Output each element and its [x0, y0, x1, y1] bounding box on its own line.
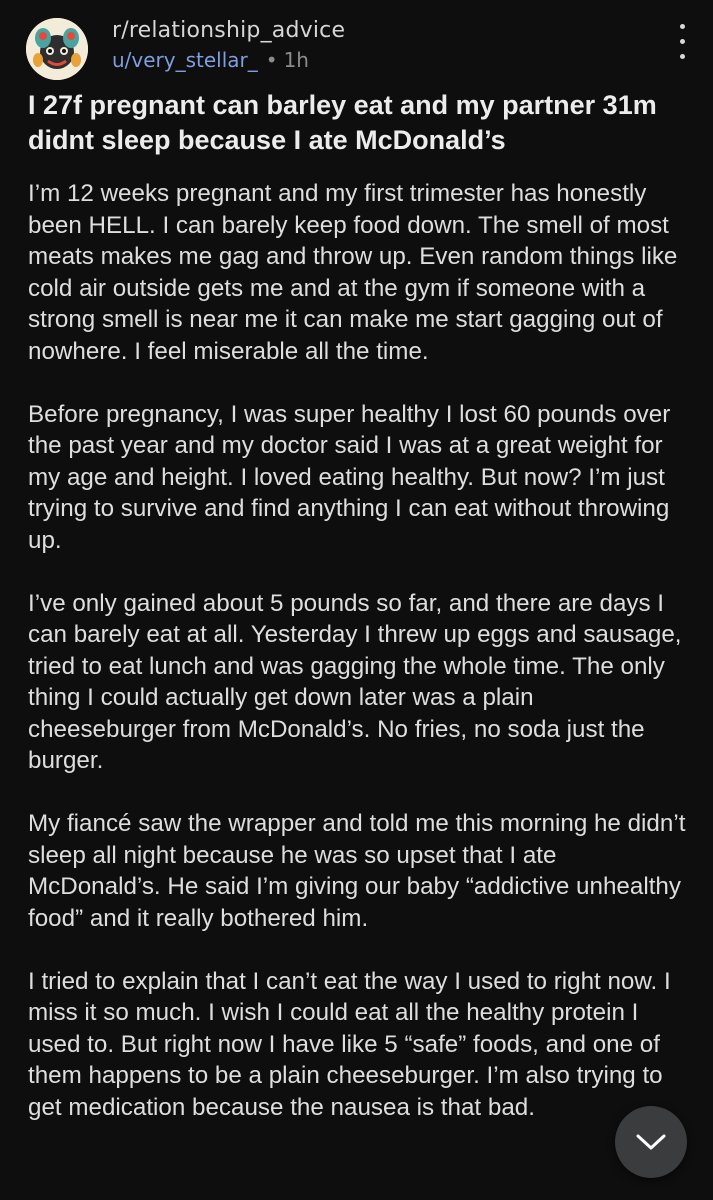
- author-line: u/very_stellar_ • 1h: [112, 46, 345, 74]
- post-title: I 27f pregnant can barley eat and my par…: [28, 90, 657, 155]
- post-paragraph: My fiancé saw the wrapper and told me th…: [28, 810, 686, 932]
- post-header: r/relationship_advice u/very_stellar_ • 1h: [26, 14, 693, 80]
- subreddit-avatar-icon[interactable]: [26, 18, 88, 80]
- chevron-down-icon: [636, 1134, 666, 1150]
- post-meta: r/relationship_advice u/very_stellar_ • 1h: [112, 16, 345, 74]
- scroll-down-button[interactable]: [615, 1106, 687, 1178]
- author-username[interactable]: u/very_stellar_: [112, 48, 258, 72]
- subreddit-name[interactable]: r/relationship_advice: [112, 16, 345, 46]
- more-vertical-icon[interactable]: [677, 24, 687, 80]
- post-paragraph: I’m 12 weeks pregnant and my first trime…: [28, 180, 678, 365]
- post-body: I’m 12 weeks pregnant and my first trime…: [28, 178, 688, 1155]
- post-paragraph: I tried to explain that I can’t eat the …: [28, 967, 671, 1121]
- post-paragraph: Before pregnancy, I was super healthy I …: [28, 400, 671, 554]
- post-time: 1h: [283, 48, 309, 72]
- post-paragraph: I’ve only gained about 5 pounds so far, …: [28, 589, 682, 775]
- meta-separator: •: [265, 48, 278, 72]
